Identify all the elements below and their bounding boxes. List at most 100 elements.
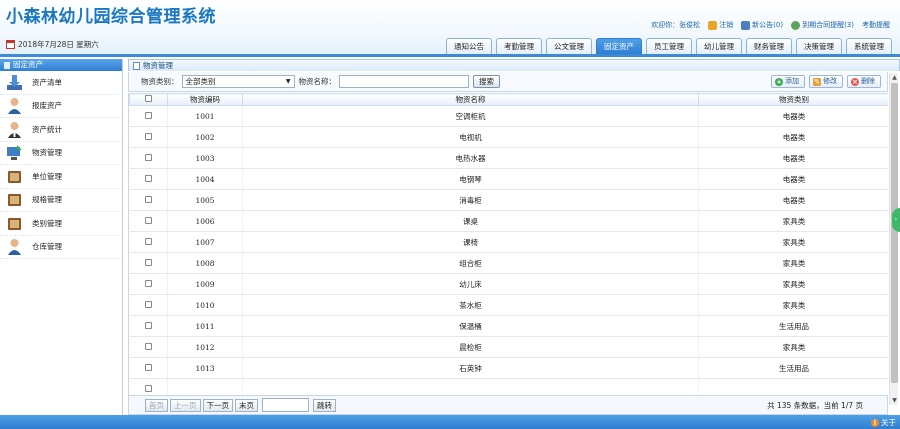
row-checkbox[interactable] [144, 195, 152, 203]
main-panel: 物资管理 物资类别： 全部类别 ▼ 物资名称： 搜索 + 添加 ✎ 修改 × 删… [128, 59, 900, 415]
materials-table-container: 物资编码 物资名称 物资类别 1001 空调柜机 电器类 1002 电视机 电器类 10… [128, 93, 888, 395]
cell-code: 1011 [167, 315, 243, 337]
table-row-partial[interactable] [129, 378, 888, 395]
cell-category: 电器类 [698, 105, 888, 127]
table-row[interactable]: 1011 保温桶 生活用品 [129, 315, 888, 337]
edit-button[interactable]: ✎ 修改 [809, 75, 843, 88]
table-row[interactable]: 1008 组合柜 家具类 [129, 252, 888, 274]
sidebar: 固定资产 资产清单 报废资产 资产统计 物资管理 单位管理 规格管理 类别管理 … [0, 59, 123, 415]
contract-reminder-link[interactable]: 到期合同提醒(3) [791, 20, 854, 30]
table-row[interactable]: 1003 电热水器 电器类 [129, 147, 888, 169]
row-checkbox[interactable] [144, 237, 152, 245]
table-row[interactable]: 1002 电视机 电器类 [129, 126, 888, 148]
monitor-icon [7, 145, 22, 161]
vertical-scrollbar[interactable]: ▲ ▼ [889, 73, 898, 405]
cell-name: 组合柜 [242, 252, 699, 274]
row-checkbox[interactable] [144, 111, 152, 119]
row-checkbox[interactable] [144, 174, 152, 182]
user-tie-icon [8, 121, 21, 138]
cell-name: 空调柜机 [242, 105, 699, 127]
table-row[interactable]: 1006 课桌 家具类 [129, 210, 888, 232]
column-header-code[interactable]: 物资编码 [167, 93, 243, 106]
row-checkbox[interactable] [144, 342, 152, 350]
date-display: 2018年7月28日 星期六 [6, 39, 99, 50]
row-checkbox[interactable] [144, 132, 152, 140]
about-link[interactable]: i 关于 [871, 417, 896, 428]
tab-system[interactable]: 系统管理 [846, 38, 892, 54]
user-icon [8, 239, 21, 256]
materials-table: 物资编码 物资名称 物资类别 1001 空调柜机 电器类 1002 电视机 电器类 10… [129, 93, 888, 395]
table-row[interactable]: 1010 茶水柜 家具类 [129, 294, 888, 316]
next-page-button[interactable]: 下一页 [202, 398, 233, 412]
row-checkbox[interactable] [144, 321, 152, 329]
tab-staff[interactable]: 员工管理 [646, 38, 692, 54]
tab-notice[interactable]: 通知公告 [446, 38, 492, 54]
column-header-name[interactable]: 物资名称 [242, 93, 699, 106]
sidebar-item-categories[interactable]: 类别管理 [0, 212, 122, 236]
table-row[interactable]: 1005 消毒柜 电器类 [129, 189, 888, 211]
cell-code: 1004 [167, 168, 243, 190]
category-select[interactable]: 全部类别 ▼ [181, 75, 295, 88]
action-buttons: + 添加 ✎ 修改 × 删除 [771, 75, 881, 88]
app-title: 小森林幼儿园综合管理系统 [6, 7, 216, 27]
logout-link[interactable]: 注销 [708, 20, 733, 30]
page-number-input[interactable] [262, 398, 309, 412]
row-checkbox[interactable] [144, 384, 152, 392]
prev-page-button[interactable]: 上一页 [170, 398, 201, 412]
cell-category: 电器类 [698, 147, 888, 169]
sidebar-item-specs[interactable]: 规格管理 [0, 189, 122, 212]
table-row[interactable]: 1007 课椅 家具类 [129, 231, 888, 253]
notice-link[interactable]: 新公告(0) [741, 20, 783, 30]
select-all-checkbox[interactable] [145, 95, 152, 102]
add-button[interactable]: + 添加 [771, 75, 805, 88]
info-icon: i [871, 418, 879, 427]
column-header-category[interactable]: 物资类别 [698, 93, 888, 106]
table-row[interactable]: 1012 晨检柜 家具类 [129, 336, 888, 358]
pagination-info: 共 135 条数据，当前 1/7 页 [767, 401, 863, 410]
sidebar-item-materials[interactable]: 物资管理 [0, 142, 122, 165]
row-checkbox[interactable] [144, 279, 152, 287]
last-page-button[interactable]: 末页 [235, 398, 258, 412]
table-header-row: 物资编码 物资名称 物资类别 [129, 93, 888, 106]
scroll-thumb[interactable] [891, 83, 898, 383]
scroll-down-arrow-icon[interactable]: ▼ [890, 396, 899, 405]
row-checkbox[interactable] [144, 300, 152, 308]
table-row[interactable]: 1013 石英钟 生活用品 [129, 357, 888, 379]
tab-attendance[interactable]: 考勤管理 [496, 38, 542, 54]
logout-icon [708, 20, 718, 30]
tab-finance[interactable]: 财务管理 [746, 38, 792, 54]
first-page-button[interactable]: 首页 [145, 398, 168, 412]
cell-code: 1012 [167, 336, 243, 358]
cell-category: 家具类 [698, 273, 888, 295]
name-search-input[interactable] [339, 75, 469, 88]
delete-button[interactable]: × 删除 [847, 75, 881, 88]
jump-button[interactable]: 跳转 [313, 398, 336, 412]
row-checkbox[interactable] [144, 216, 152, 224]
scroll-up-arrow-icon[interactable]: ▲ [890, 73, 899, 82]
panel-header: 物资管理 [128, 59, 900, 71]
cell-category: 家具类 [698, 210, 888, 232]
tab-decision[interactable]: 决策管理 [796, 38, 842, 54]
cell-name: 茶水柜 [242, 294, 699, 316]
sidebar-item-warehouse[interactable]: 仓库管理 [0, 236, 122, 259]
search-button[interactable]: 搜索 [473, 75, 500, 88]
tab-documents[interactable]: 公文管理 [546, 38, 592, 54]
row-checkbox[interactable] [144, 363, 152, 371]
table-row[interactable]: 1009 幼儿床 家具类 [129, 273, 888, 295]
sidebar-item-asset-stats[interactable]: 资产统计 [0, 118, 122, 142]
tab-fixed-assets[interactable]: 固定资产 [596, 38, 642, 54]
sidebar-item-units[interactable]: 单位管理 [0, 165, 122, 189]
cell-category: 家具类 [698, 231, 888, 253]
row-checkbox[interactable] [144, 258, 152, 266]
table-row[interactable]: 1004 电钢琴 电器类 [129, 168, 888, 190]
table-row[interactable]: 1001 空调柜机 电器类 [129, 105, 888, 127]
top-links: 欢迎你：张俊松 注销 新公告(0) 到期合同提醒(3) 考勤提醒 [651, 20, 890, 30]
floating-side-tab[interactable]: › [892, 208, 900, 232]
cell-category: 生活用品 [698, 357, 888, 379]
sidebar-item-scrapped-assets[interactable]: 报废资产 [0, 95, 122, 118]
tab-children[interactable]: 幼儿管理 [696, 38, 742, 54]
row-checkbox[interactable] [144, 153, 152, 161]
select-all-header[interactable] [129, 93, 168, 106]
sidebar-item-asset-list[interactable]: 资产清单 [0, 71, 122, 95]
attendance-reminder-link[interactable]: 考勤提醒 [862, 20, 890, 30]
